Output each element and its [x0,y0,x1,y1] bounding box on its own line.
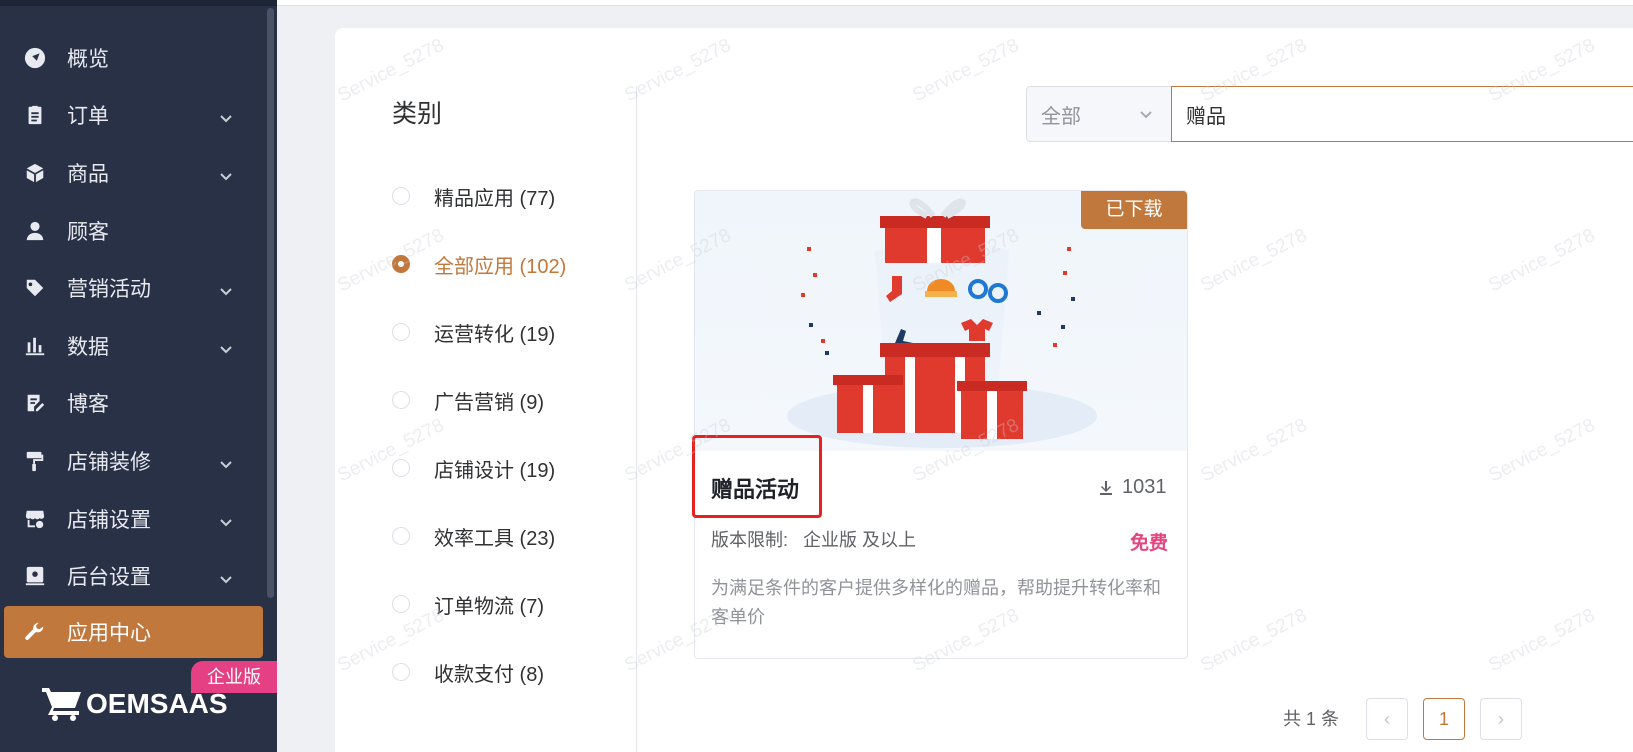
pagination-page-1[interactable]: 1 [1423,698,1465,740]
category-item[interactable]: 店铺设计 (19) [392,453,555,483]
sidebar-item-label: 博客 [67,393,109,416]
pagination-prev-button[interactable]: ‹ [1366,698,1408,740]
category-label: 全部应用 (102) [434,255,567,278]
bar-chart-icon [24,335,46,357]
category-label: 订单物流 (7) [434,595,544,618]
sidebar-item-data[interactable]: 数据 [4,320,263,372]
sidebar-item-label: 顾客 [67,221,109,244]
tag-icon [24,277,46,299]
gift-illustration [787,198,1097,448]
sidebar-scrollbar[interactable] [267,8,274,598]
chevron-down-icon [219,512,233,527]
category-label: 效率工具 (23) [434,527,556,550]
compass-icon [24,47,46,69]
sidebar-item-label: 店铺设置 [67,509,151,532]
cart-icon [42,688,81,721]
radio-icon[interactable] [392,459,410,477]
chevron-down-icon [219,454,233,469]
sidebar-item-label: 营销活动 [67,278,151,301]
wrench-icon [24,621,46,643]
sidebar-item-label: 商品 [67,163,109,186]
radio-icon[interactable] [392,391,410,409]
category-label: 广告营销 (9) [434,391,544,414]
category-divider [636,86,637,752]
sidebar-item-store-design[interactable]: 店铺装修 [4,435,263,487]
sidebar-item-label: 后台设置 [67,566,151,589]
chevron-down-icon [219,108,233,123]
sidebar-item-label: 概览 [67,48,109,71]
brand-name: OEMSAAS [86,688,228,719]
sidebar-item-label: 数据 [67,336,109,359]
user-icon [24,220,46,242]
top-header [277,0,1633,6]
radio-icon[interactable] [392,187,410,205]
download-count-value: 1031 [1122,476,1167,498]
category-item[interactable]: 订单物流 (7) [392,589,544,619]
sidebar-item-blog[interactable]: 博客 [4,377,263,429]
category-item[interactable]: 效率工具 (23) [392,521,555,551]
pagination-next-button[interactable]: › [1480,698,1522,740]
edit-note-icon [24,392,46,414]
sidebar-item-orders[interactable]: 订单 [4,89,263,141]
price-tag: 免费 [1130,533,1169,554]
category-item[interactable]: 运营转化 (19) [392,317,555,347]
category-item[interactable]: 精品应用 (77) [392,181,555,211]
category-label: 店铺设计 (19) [434,459,556,482]
downloaded-badge: 已下载 [1081,191,1187,229]
sidebar-item-label: 订单 [67,105,109,128]
sidebar: 概览 订单 商品 顾客 营销活动 数据 博客 店铺装修 店铺设置 后台设置 应用… [0,0,277,752]
app-description: 为满足条件的客户提供多样化的赠品，帮助提升转化率和客单价 [711,578,1161,627]
sidebar-top-edge [0,0,277,6]
version-limit: 版本限制: 企业版 及以上 [711,526,916,552]
download-count: 1031 [1098,476,1167,499]
sidebar-item-label: 店铺装修 [67,451,151,474]
chevron-down-icon [219,281,233,296]
brand-logo[interactable]: OEMSAAS [42,684,228,724]
box-icon [24,162,46,184]
highlight-box [692,435,822,518]
download-icon [1100,480,1112,495]
category-item[interactable]: 广告营销 (9) [392,385,544,415]
sidebar-item-products[interactable]: 商品 [4,147,263,199]
sidebar-item-customers[interactable]: 顾客 [4,205,263,257]
clipboard-icon [24,104,46,126]
category-label: 运营转化 (19) [434,323,556,346]
radio-icon[interactable] [392,527,410,545]
store-settings-icon [24,508,46,530]
category-title: 类别 [392,100,443,128]
radio-icon[interactable] [392,663,410,681]
sidebar-item-marketing[interactable]: 营销活动 [4,262,263,314]
version-value: 企业版 及以上 [803,530,917,550]
search-box[interactable] [1171,86,1633,142]
chevron-down-icon [219,166,233,181]
paint-roller-icon [24,450,46,472]
app-card-illustration [695,191,1187,451]
radio-checked-icon[interactable] [392,255,410,273]
chevron-down-icon [1139,108,1153,122]
category-item[interactable]: 全部应用 (102) [392,249,566,279]
sidebar-item-app-center[interactable]: 应用中心 [4,606,263,658]
sidebar-item-overview[interactable]: 概览 [4,32,263,84]
chevron-down-icon [219,339,233,354]
radio-icon[interactable] [392,323,410,341]
admin-settings-icon [24,565,46,587]
pagination-total: 共 1 条 [1283,709,1340,729]
category-label: 收款支付 (8) [434,663,544,686]
category-label: 精品应用 (77) [434,187,556,210]
search-scope-value: 全部 [1041,105,1081,128]
search-scope-select[interactable]: 全部 [1026,86,1172,142]
sidebar-item-admin-settings[interactable]: 后台设置 [4,550,263,602]
radio-icon[interactable] [392,595,410,613]
search-input[interactable] [1184,87,1628,141]
chevron-down-icon [219,569,233,584]
version-label: 版本限制: [711,530,789,550]
sidebar-item-label: 应用中心 [67,622,151,645]
sidebar-item-store-settings[interactable]: 店铺设置 [4,493,263,545]
category-item[interactable]: 收款支付 (8) [392,657,544,687]
